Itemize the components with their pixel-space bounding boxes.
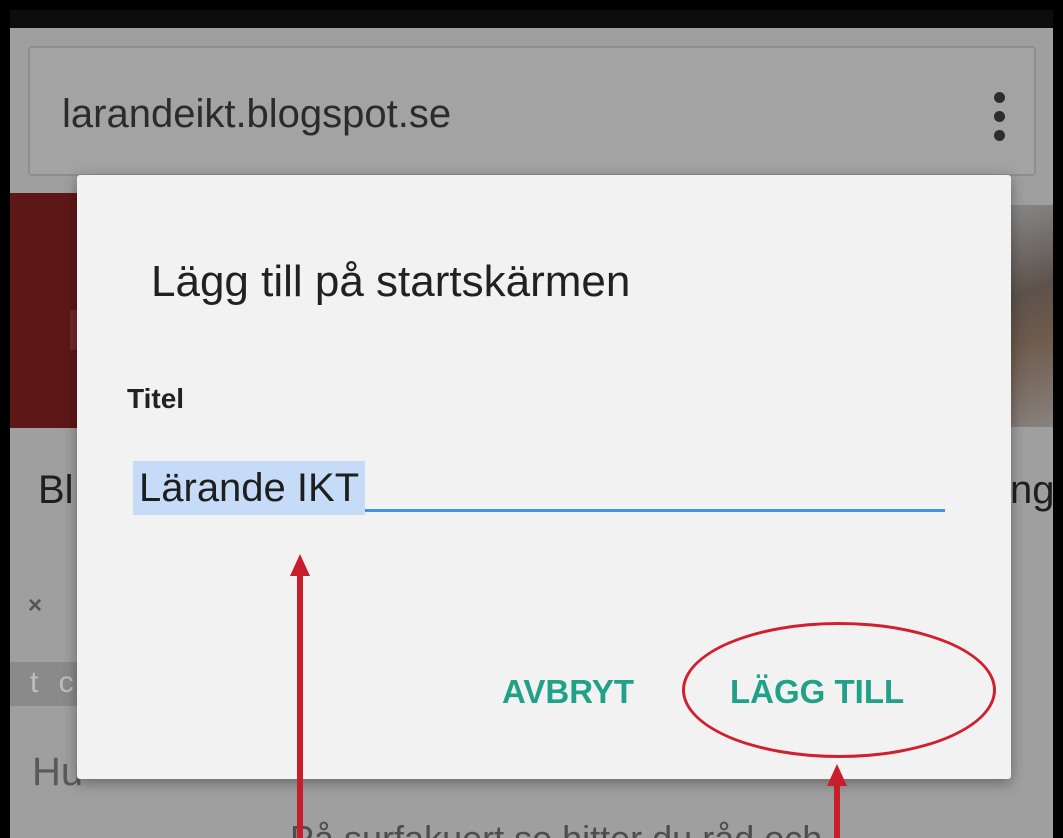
title-input-value[interactable]: Lärande IKT xyxy=(133,461,366,515)
phone-screen: larandeikt.blogspot.se Bl ng × t c Hu På… xyxy=(10,10,1053,838)
background-text-left: Bl xyxy=(38,468,74,512)
dialog-title: Lägg till på startskärmen xyxy=(151,257,631,306)
close-icon[interactable]: × xyxy=(28,592,42,620)
background-tag-text: t c xyxy=(30,666,80,699)
url-text[interactable]: larandeikt.blogspot.se xyxy=(62,92,451,137)
more-vert-icon[interactable] xyxy=(992,92,1006,148)
status-bar xyxy=(10,10,1053,28)
title-input[interactable]: Lärande IKT xyxy=(133,461,945,515)
background-heading: Hu xyxy=(32,750,84,794)
highlight-ellipse xyxy=(682,622,996,758)
arrow-head-left xyxy=(290,554,310,576)
title-field-label: Titel xyxy=(127,383,185,414)
cancel-button[interactable]: AVBRYT xyxy=(502,673,634,711)
background-body-text: På surfakuert se hitter du råd och xyxy=(290,818,822,838)
background-tag: t c xyxy=(10,662,82,706)
address-bar[interactable]: larandeikt.blogspot.se xyxy=(28,46,1036,176)
arrow-left xyxy=(297,574,303,838)
arrow-right xyxy=(834,784,840,838)
background-text-right: ng xyxy=(1010,468,1053,512)
arrow-head-right xyxy=(827,764,847,786)
